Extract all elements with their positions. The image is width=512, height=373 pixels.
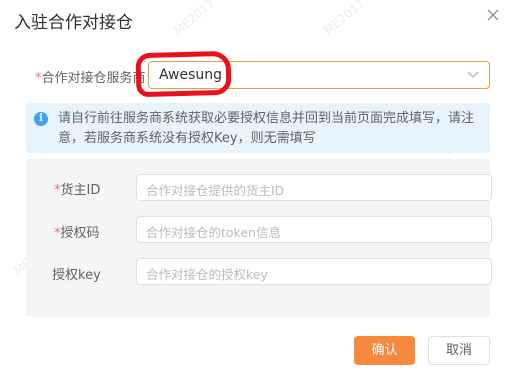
owner-id-placeholder: 合作对接仓提供的货主ID	[146, 183, 285, 198]
provider-label: *合作对接仓服务商	[35, 67, 146, 86]
owner-id-input[interactable]: 合作对接仓提供的货主ID	[136, 174, 492, 201]
auth-code-placeholder: 合作对接仓的token信息	[146, 225, 281, 240]
confirm-button[interactable]: 确认	[354, 336, 415, 365]
info-alert-text: 请自行前往服务商系统获取必要授权信息并回到当前页面完成填写，请注意，若服务商系统…	[58, 111, 475, 146]
close-icon[interactable]	[486, 8, 500, 22]
chevron-down-icon	[467, 71, 479, 78]
auth-key-label: 授权key	[52, 264, 101, 283]
cancel-button[interactable]: 取消	[428, 336, 490, 365]
owner-id-label-text: 货主ID	[60, 183, 101, 198]
auth-code-label-text: 授权码	[60, 226, 100, 241]
dialog-title: 入驻合作对接仓	[14, 13, 133, 33]
provider-select[interactable]: Awesung	[148, 61, 490, 89]
info-icon: i	[34, 112, 48, 126]
info-alert: i 请自行前往服务商系统获取必要授权信息并回到当前页面完成填写，请注意，若服务商…	[26, 103, 490, 153]
owner-id-label: *货主ID	[54, 179, 100, 198]
auth-code-label: *授权码	[54, 222, 100, 241]
watermark: ME2017	[171, 0, 218, 38]
watermark: ME2017	[321, 0, 368, 38]
auth-code-input[interactable]: 合作对接仓的token信息	[136, 216, 492, 243]
join-warehouse-dialog: ME2017 ME2017 ME2017 ME2017 ME2017 ME201…	[0, 0, 512, 373]
auth-key-placeholder: 合作对接仓的授权key	[146, 267, 268, 282]
auth-key-label-text: 授权key	[52, 268, 101, 283]
auth-key-input[interactable]: 合作对接仓的授权key	[136, 258, 492, 285]
provider-select-value: Awesung	[159, 67, 222, 83]
credentials-panel: *货主ID 合作对接仓提供的货主ID *授权码 合作对接仓的token信息 授权…	[26, 159, 492, 317]
provider-label-text: 合作对接仓服务商	[41, 71, 146, 86]
